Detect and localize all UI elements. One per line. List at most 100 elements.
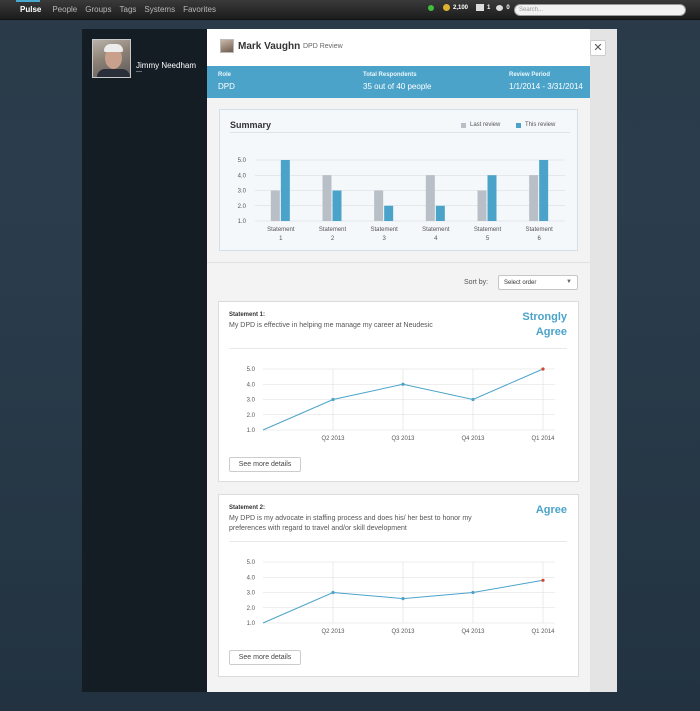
- reviewee-name: Mark Vaughn: [238, 41, 301, 52]
- y-tick-label: 3.0: [247, 398, 256, 404]
- x-tick-label: Q4 2013: [461, 436, 485, 442]
- nav-systems[interactable]: Systems: [144, 5, 175, 14]
- close-button[interactable]: ✕: [590, 40, 606, 56]
- bar-this-review: [280, 160, 290, 221]
- x-tick-label: Q2 2013: [321, 629, 345, 635]
- see-more-details-button[interactable]: See more details: [229, 457, 301, 472]
- profile-panel: Jimmy Needham: [82, 29, 207, 692]
- profile-name[interactable]: Jimmy Needham: [136, 61, 196, 70]
- statement-1-trend-chart: 1.0 2.0 3.0 4.0 5.0 Q2 2013 Q3 2013 Q4 2013 Q1 2…: [247, 367, 556, 442]
- x-tick-label: 1: [279, 236, 283, 242]
- y-tick-label: 1.0: [247, 428, 256, 434]
- y-tick-label: 1.0: [247, 621, 256, 627]
- y-tick-label: 4.0: [247, 575, 256, 581]
- data-point: [401, 382, 405, 386]
- y-tick-label: 4.0: [247, 382, 256, 388]
- x-tick-label: Statement: [525, 227, 553, 233]
- y-tick-label: 1.0: [238, 219, 247, 225]
- y-tick-label: 5.0: [238, 158, 247, 164]
- sort-selected-value: Select order: [504, 280, 537, 286]
- nav-people[interactable]: People: [52, 5, 77, 14]
- y-tick-label: 3.0: [247, 591, 256, 597]
- message-bubble-icon[interactable]: [496, 4, 504, 11]
- bar-this-review: [435, 205, 445, 221]
- role-value: DPD: [218, 82, 235, 91]
- y-tick-label: 2.0: [247, 413, 256, 419]
- summary-bar-chart: 1.0 2.0 3.0 4.0 5.0 Statement 1 Statement 2 State…: [238, 158, 565, 242]
- x-tick-label: 3: [382, 236, 386, 242]
- chevron-down-icon: ▼: [566, 279, 572, 285]
- x-tick-label: Q2 2013: [321, 436, 345, 442]
- profile-photo[interactable]: [92, 39, 131, 78]
- profile-subtitle: [136, 71, 142, 72]
- x-tick-label: Q4 2013: [461, 629, 485, 635]
- nav-groups[interactable]: Groups: [85, 5, 111, 14]
- sort-select[interactable]: Select order ▼: [498, 275, 578, 290]
- statement-card-2: Statement 2: My DPD is my advocate in st…: [218, 494, 579, 677]
- review-type: DPD Review: [303, 43, 343, 50]
- x-tick-label: Q1 2014: [531, 629, 555, 635]
- statement-card-1: Statement 1: My DPD is effective in help…: [218, 301, 579, 482]
- sort-label: Sort by:: [464, 279, 489, 286]
- tray-count[interactable]: 1: [487, 5, 490, 11]
- data-point: [401, 597, 405, 601]
- y-tick-label: 2.0: [247, 606, 256, 612]
- x-tick-label: Statement: [474, 227, 502, 233]
- message-count[interactable]: 0: [506, 5, 509, 11]
- search-input[interactable]: Search...: [514, 4, 686, 16]
- bar-last-review: [270, 190, 280, 221]
- period-value: 1/1/2014 - 3/31/2014: [509, 82, 583, 91]
- x-tick-label: 6: [537, 236, 541, 242]
- y-tick-label: 2.0: [238, 204, 247, 210]
- x-tick-label: Q1 2014: [531, 436, 555, 442]
- bar-this-review: [332, 190, 342, 221]
- nav-pulse[interactable]: Pulse: [20, 5, 41, 14]
- y-tick-label: 5.0: [247, 367, 256, 373]
- x-tick-label: 4: [434, 236, 438, 242]
- nav-tags[interactable]: Tags: [120, 5, 137, 14]
- x-tick-label: Statement: [267, 227, 295, 233]
- y-tick-label: 5.0: [247, 560, 256, 566]
- online-status-icon: [428, 4, 434, 11]
- x-tick-label: Statement: [422, 227, 450, 233]
- bar-last-review: [322, 175, 332, 221]
- data-point: [471, 590, 475, 595]
- statement-2-trend-chart: 1.0 2.0 3.0 4.0 5.0 Q2 2013 Q3 2013 Q4 2013 Q1 2…: [247, 560, 556, 635]
- data-point: [471, 397, 475, 402]
- x-tick-label: Statement: [319, 227, 347, 233]
- respondents-label: Total Respondents: [363, 72, 417, 78]
- coin-icon: [443, 4, 450, 11]
- inbox-tray-icon[interactable]: [476, 4, 485, 11]
- bar-last-review: [529, 175, 539, 221]
- y-tick-label: 3.0: [238, 189, 247, 195]
- coin-count[interactable]: 2,100: [453, 5, 468, 11]
- bar-this-review: [539, 160, 549, 221]
- data-point: [541, 367, 545, 371]
- x-tick-label: Q3 2013: [391, 629, 415, 635]
- bar-this-review: [487, 175, 497, 221]
- section-divider: [207, 262, 590, 263]
- data-point: [331, 397, 335, 402]
- reviewee-avatar: [220, 39, 234, 53]
- summary-card: Summary Last review This review 1.0 2.0 3.…: [219, 109, 578, 251]
- nav-favorites[interactable]: Favorites: [183, 5, 216, 14]
- period-label: Review Period: [509, 72, 551, 78]
- see-more-details-button[interactable]: See more details: [229, 650, 301, 665]
- y-tick-label: 4.0: [238, 173, 247, 179]
- x-tick-label: Q3 2013: [391, 436, 415, 442]
- bar-last-review: [374, 190, 384, 221]
- review-info-bar: Role DPD Total Respondents 35 out of 40 …: [207, 66, 590, 98]
- x-tick-label: 5: [486, 236, 490, 242]
- data-point: [541, 578, 545, 582]
- active-nav-indicator: [16, 0, 40, 2]
- status-area: 2,100 1 0: [428, 4, 510, 11]
- role-label: Role: [218, 72, 232, 78]
- bar-last-review: [425, 175, 435, 221]
- respondents-value: 35 out of 40 people: [363, 82, 432, 91]
- scrollbar-track[interactable]: [590, 29, 617, 692]
- bar-this-review: [384, 205, 394, 221]
- x-tick-label: Statement: [370, 227, 398, 233]
- review-header: Mark Vaughn DPD Review: [207, 29, 590, 66]
- top-nav-bar: Pulse People Groups Tags Systems Favorit…: [0, 0, 700, 20]
- review-panel: Mark Vaughn DPD Review Role DPD Total Re…: [207, 29, 590, 692]
